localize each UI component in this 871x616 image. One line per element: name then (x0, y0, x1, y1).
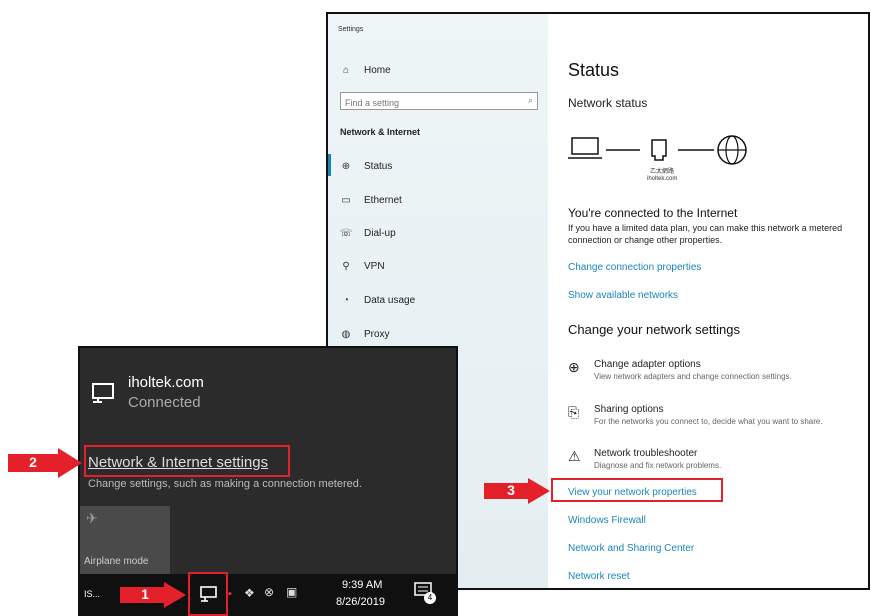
option-description: Diagnose and fix network problems. (594, 461, 722, 470)
status-icon: ⊕ (341, 160, 351, 172)
selected-indicator (328, 154, 331, 176)
sidebar-item-label: Proxy (364, 328, 390, 340)
laptop-icon (568, 137, 602, 159)
vpn-icon: ⚲ (342, 260, 350, 272)
sidebar-item-label: Ethernet (364, 194, 402, 206)
sidebar-item-dialup[interactable]: ☏ Dial-up (340, 227, 396, 239)
sidebar-item-label: Status (364, 160, 393, 172)
network-monitor-icon (90, 382, 116, 406)
airplane-mode-tile[interactable]: ✈ Airplane mode (80, 506, 170, 574)
callout-number-2: 2 (29, 454, 37, 470)
network-connection-status: Connected (128, 394, 201, 411)
warning-icon: ⚠ (568, 448, 581, 464)
adapter-icon: ⊕ (568, 359, 580, 375)
network-name[interactable]: iholtek.com (128, 374, 204, 391)
diagram-label: 乙太網路 (650, 169, 675, 175)
option-sharing[interactable]: ⎘ Sharing options For the networks you c… (568, 404, 823, 426)
callout-number-1: 1 (141, 586, 149, 602)
section-title: Network & Internet (340, 127, 421, 137)
option-title: Change adapter options (594, 359, 701, 370)
callout-highlight-1 (188, 572, 228, 616)
sidebar-item-label: Data usage (364, 294, 416, 306)
sidebar-item-proxy[interactable]: ◍ Proxy (340, 328, 390, 340)
notification-count-badge: 4 (424, 592, 436, 604)
sidebar-item-status[interactable]: ⊕ Status (340, 160, 393, 172)
option-description: View network adapters and change connect… (594, 372, 792, 381)
callout-highlight-3 (551, 478, 723, 502)
globe-icon (717, 135, 747, 165)
sidebar-item-vpn[interactable]: ⚲ VPN (340, 260, 385, 272)
show-available-networks-link[interactable]: Show available networks (568, 290, 678, 301)
network-sharing-center-link[interactable]: Network and Sharing Center (568, 543, 694, 554)
callout-number-3: 3 (507, 482, 515, 498)
option-title: Sharing options (594, 404, 664, 415)
callout-highlight-2 (84, 445, 290, 477)
option-troubleshooter[interactable]: ⚠ Network troubleshooter Diagnose and fi… (568, 448, 721, 470)
sidebar-item-data-usage[interactable]: ◔ Data usage (340, 294, 415, 306)
flag-tray-icon[interactable]: ▪ (228, 588, 232, 600)
airplane-mode-label: Airplane mode (84, 556, 149, 567)
action-center-icon[interactable]: 4 (414, 582, 436, 604)
data-usage-icon: ◔ (342, 294, 350, 306)
home-icon: ⌂ (342, 64, 350, 76)
airplane-icon: ✈ (86, 510, 98, 526)
connected-heading: You're connected to the Internet (568, 206, 738, 220)
ethernet-port-icon (651, 139, 667, 161)
sharing-icon: ⎘ (568, 404, 580, 420)
sidebar-home-label: Home (364, 64, 391, 76)
connected-description: If you have a limited data plan, you can… (568, 223, 843, 245)
clock-date[interactable]: 8/26/2019 (336, 596, 385, 608)
network-status-heading: Network status (568, 96, 648, 110)
sidebar-home[interactable]: ⌂ Home (340, 64, 391, 76)
option-description: For the networks you connect to, decide … (594, 417, 823, 426)
input-tray-icon[interactable]: ▣ (286, 585, 297, 599)
sidebar-item-label: Dial-up (364, 227, 396, 239)
clock-time[interactable]: 9:39 AM (342, 579, 382, 591)
windows-firewall-link[interactable]: Windows Firewall (568, 515, 646, 526)
network-diagram: 乙太網路 iholtek.com (568, 132, 788, 192)
page-title: Status (568, 60, 620, 80)
search-icon[interactable]: ⌕ (528, 95, 533, 106)
close-circle-tray-icon[interactable]: ⊗ (264, 585, 274, 599)
option-title: Network troubleshooter (594, 448, 698, 459)
network-reset-link[interactable]: Network reset (568, 571, 630, 582)
search-box[interactable]: ⌕ (340, 92, 538, 111)
diagram-label: iholtek.com (647, 176, 678, 182)
change-connection-properties-link[interactable]: Change connection properties (568, 262, 701, 273)
network-settings-description: Change settings, such as making a connec… (88, 478, 362, 490)
dropbox-tray-icon[interactable]: ❖ (244, 586, 255, 600)
taskbar-app-stub[interactable]: IS... (84, 589, 100, 599)
dialup-icon: ☏ (339, 227, 353, 239)
callout-arrow-2 (8, 448, 82, 478)
ethernet-icon: ▭ (341, 194, 351, 206)
sidebar-item-label: VPN (364, 260, 385, 272)
sidebar-item-ethernet[interactable]: ▭ Ethernet (340, 194, 402, 206)
change-settings-heading: Change your network settings (568, 322, 740, 337)
search-input[interactable] (341, 95, 519, 111)
window-title: Settings (338, 26, 364, 33)
proxy-icon: ◍ (341, 328, 351, 340)
option-change-adapter[interactable]: ⊕ Change adapter options View network ad… (568, 359, 792, 381)
